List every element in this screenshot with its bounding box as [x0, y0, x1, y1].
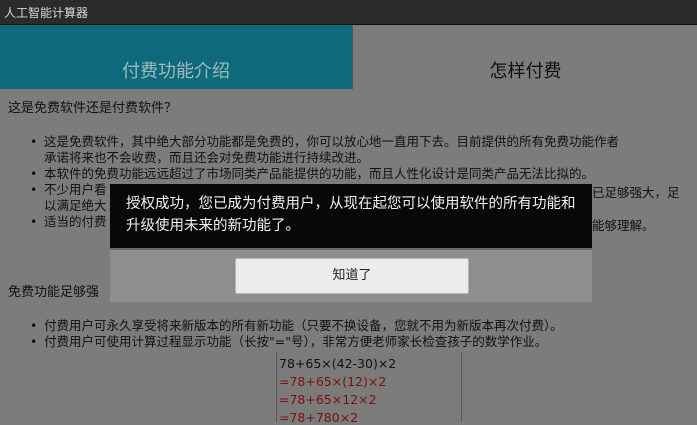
calc-process-example: 78+65×(42-30)×2 =78+65×(12)×2 =78+65×12×… — [276, 352, 462, 425]
question-heading: 免费功能足够强 — [8, 285, 100, 300]
text-tail: 能够理解。 — [592, 218, 655, 233]
calc-line: =78+65×12×2 — [279, 392, 377, 407]
calc-line: 78+65×(42-30)×2 — [279, 356, 397, 371]
title-bar: 人工智能计算器 — [0, 0, 697, 25]
success-dialog: 授权成功，您已成为付费用户，从现在起您可以使用软件的所有功能和升级使用未来的新功… — [110, 184, 592, 302]
list-item: 本软件的免费功能远远超过了市场同类产品能提供的功能，而且人性化设计是同类产品无法… — [30, 166, 690, 182]
question-heading: 这是免费软件还是付费软件？ — [8, 101, 178, 116]
text-tail: 已足够强大，足 — [592, 185, 680, 200]
tab-how-to-pay-label: 怎样付费 — [489, 61, 562, 82]
list-item: 付费用户可使用计算过程显示功能（长按"="号），非常方便老师家长检查孩子的数学作… — [30, 334, 690, 350]
app-title: 人工智能计算器 — [4, 6, 89, 20]
dialog-message-area: 授权成功，您已成为付费用户，从现在起您可以使用软件的所有功能和升级使用未来的新功… — [110, 184, 592, 248]
tab-paid-features-label: 付费功能介绍 — [122, 61, 230, 82]
dialog-message: 授权成功，您已成为付费用户，从现在起您可以使用软件的所有功能和升级使用未来的新功… — [126, 196, 576, 234]
tab-paid-features[interactable]: 付费功能介绍 — [0, 25, 352, 89]
calc-line: =78+65×(12)×2 — [279, 374, 387, 389]
tab-how-to-pay[interactable]: 怎样付费 — [352, 25, 697, 89]
ok-button[interactable]: 知道了 — [235, 258, 469, 294]
dialog-button-area: 知道了 — [110, 248, 592, 302]
list-item: 付费用户可永久享受将来新版本的所有新功能（只要不换设备，您就不用为新版本再次付费… — [30, 318, 690, 334]
list-item: 这是免费软件，其中绝大部分功能都是免费的，你可以放心地一直用下去。目前提供的所有… — [30, 134, 690, 166]
calc-line: =78+780×2 — [279, 410, 359, 425]
tab-bar: 付费功能介绍 怎样付费 — [0, 25, 697, 89]
bullet-list-2: 付费用户可永久享受将来新版本的所有新功能（只要不换设备，您就不用为新版本再次付费… — [30, 318, 690, 350]
